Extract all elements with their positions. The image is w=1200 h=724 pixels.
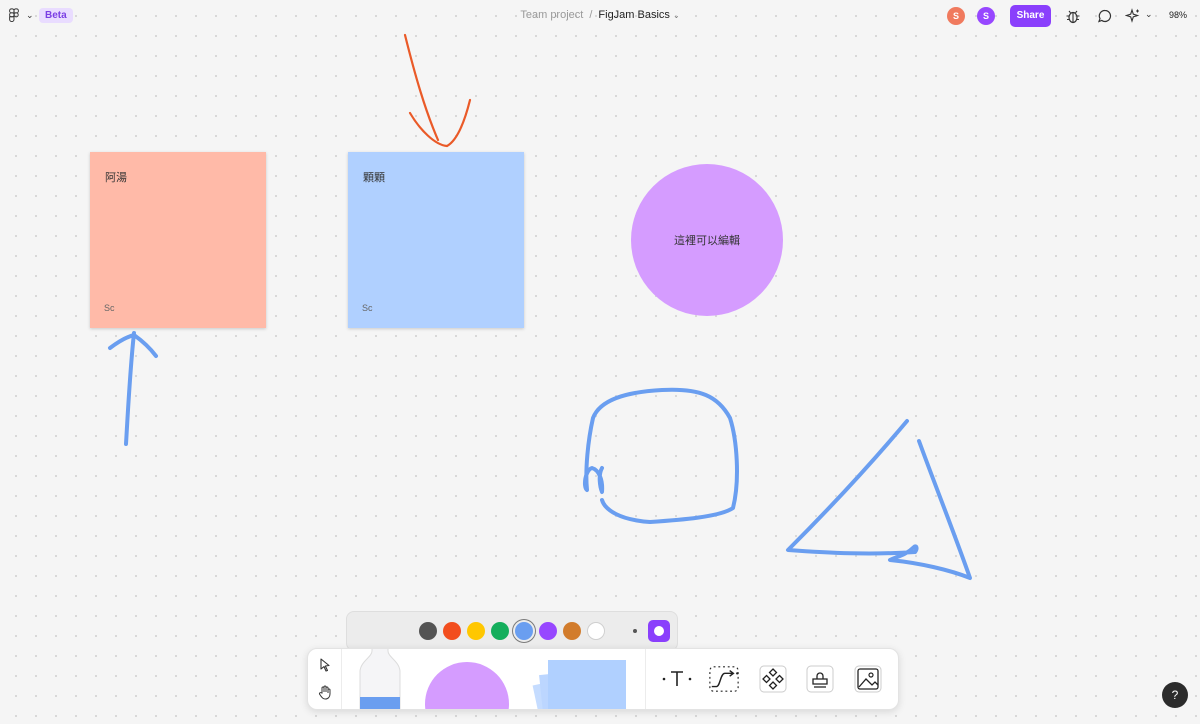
orange-arrow-stroke[interactable]: [403, 33, 472, 148]
color-swatch-brown[interactable]: [563, 622, 581, 640]
color-swatch-white[interactable]: [587, 622, 605, 640]
connector-tool-button[interactable]: [708, 663, 740, 695]
sticky-icon[interactable]: [530, 657, 630, 710]
component-tool-button[interactable]: [757, 663, 789, 695]
image-icon: [854, 665, 882, 693]
color-swatch-blue[interactable]: [515, 622, 533, 640]
marker-mode-button[interactable]: [648, 620, 670, 642]
stamp-icon: [806, 665, 834, 693]
bottom-toolbar: [307, 648, 899, 710]
image-tool-button[interactable]: [852, 663, 884, 695]
text-tool-button[interactable]: [661, 663, 693, 695]
toolbar-divider: [645, 649, 646, 709]
connector-icon: [709, 666, 739, 692]
color-swatch-red[interactable]: [443, 622, 461, 640]
color-swatch-dark-gray[interactable]: [419, 622, 437, 640]
color-swatch-yellow[interactable]: [467, 622, 485, 640]
blue-triangle-stroke[interactable]: [786, 419, 972, 580]
help-button[interactable]: ?: [1162, 682, 1188, 708]
color-swatch-purple[interactable]: [539, 622, 557, 640]
marker-color-tray: [346, 611, 678, 651]
color-swatch-green[interactable]: [491, 622, 509, 640]
blue-arrow-stroke[interactable]: [108, 331, 158, 446]
blue-blob-stroke[interactable]: [582, 387, 739, 524]
navigation-tools: [308, 649, 342, 709]
stroke-size-dot[interactable]: [633, 629, 637, 633]
marker-icon[interactable]: [358, 648, 404, 710]
stamp-tool-button[interactable]: [804, 663, 836, 695]
text-icon: [662, 671, 692, 686]
shape-icon[interactable]: [424, 659, 510, 710]
select-icon[interactable]: [317, 657, 333, 673]
component-icon: [759, 665, 787, 693]
hand-icon[interactable]: [317, 684, 333, 700]
